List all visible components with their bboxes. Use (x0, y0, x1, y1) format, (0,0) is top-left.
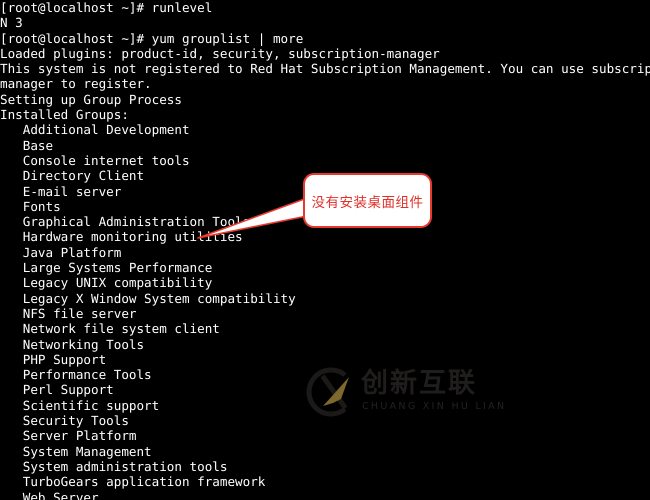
annotation-callout: 没有安装桌面组件 (303, 173, 432, 228)
terminal-line: Console internet tools (0, 152, 190, 168)
terminal-line: [root@localhost ~]# runlevel (0, 0, 213, 15)
terminal-line: System Management (0, 443, 152, 459)
terminal-output[interactable]: [root@localhost ~]# runlevel N 3 [root@loc… (0, 0, 650, 500)
terminal-line: Installed Groups: (0, 107, 129, 123)
terminal-line: Loaded plugins: product-id, security, su… (0, 45, 440, 61)
terminal-line: Scientific support (0, 397, 160, 413)
terminal-line: Networking Tools (0, 336, 145, 352)
terminal-line: Setting up Group Process (0, 91, 182, 107)
terminal-screenshot: 创新互联 CHUANG XIN HU LIAN [root@localhost … (0, 0, 650, 500)
terminal-line: Security Tools (0, 413, 129, 429)
terminal-line: Web Server (0, 489, 99, 500)
terminal-line: Server Platform (0, 428, 137, 444)
terminal-line: Network file system client (0, 321, 220, 337)
terminal-line: Hardware monitoring utilities (0, 229, 243, 245)
terminal-line: TurboGears application framework (0, 474, 266, 490)
terminal-line: Java Platform (0, 244, 122, 260)
terminal-line: This system is not registered to Red Hat… (0, 61, 650, 77)
callout-pointer-icon (197, 197, 308, 239)
terminal-line: NFS file server (0, 305, 137, 321)
terminal-line: Legacy UNIX compatibility (0, 275, 213, 291)
terminal-line: Perl Support (0, 382, 114, 398)
terminal-line: manager to register. (0, 76, 152, 92)
terminal-line: System administration tools (0, 458, 228, 474)
terminal-line: PHP Support (0, 351, 107, 367)
terminal-line: [root@localhost ~]# yum grouplist | more (0, 30, 304, 46)
terminal-line: Base (0, 137, 54, 153)
annotation-callout-label: 没有安装桌面组件 (311, 194, 424, 211)
terminal-line: Legacy X Window System compatibility (0, 290, 296, 306)
terminal-line: N 3 (0, 15, 23, 31)
terminal-line: Large Systems Performance (0, 260, 213, 276)
terminal-line: Additional Development (0, 122, 190, 138)
terminal-line: Performance Tools (0, 367, 152, 383)
